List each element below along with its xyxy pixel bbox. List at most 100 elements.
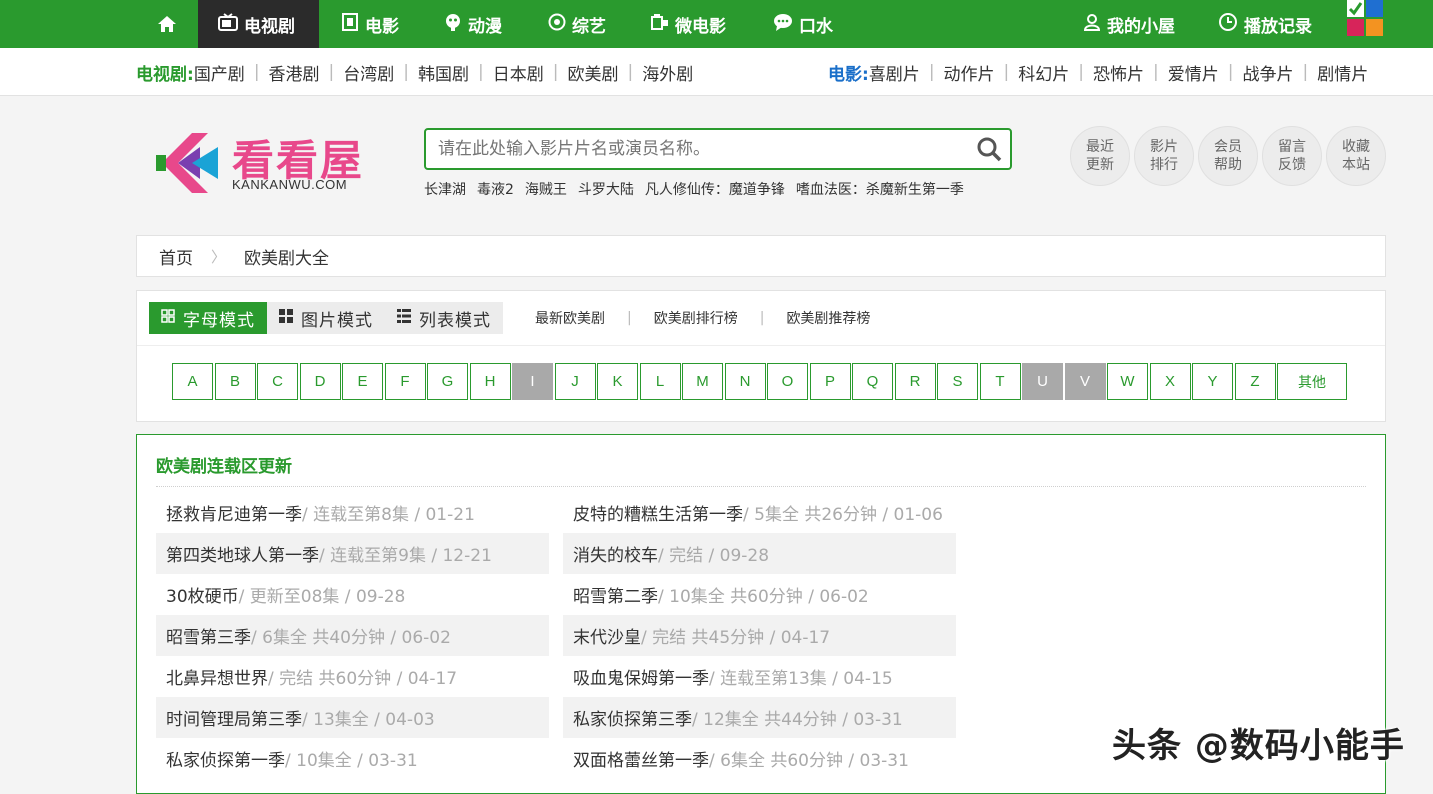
- breadcrumb-home-link[interactable]: 首页: [159, 244, 193, 269]
- list-item[interactable]: 双面格蕾丝第一季 / 6集全 共60分钟 / 03-31: [563, 738, 956, 779]
- letter-button[interactable]: A: [172, 363, 213, 400]
- hot-word-link[interactable]: 长津湖: [424, 179, 466, 199]
- show-title[interactable]: 昭雪第三季: [166, 623, 251, 648]
- show-title[interactable]: 皮特的糟糕生活第一季: [573, 500, 743, 525]
- show-title[interactable]: 30枚硬币: [166, 582, 239, 607]
- movie-link[interactable]: 战争片: [1242, 60, 1293, 85]
- list-item[interactable]: 末代沙皇 / 完结 共45分钟 / 04-17: [563, 615, 956, 656]
- letter-button[interactable]: 其他: [1277, 363, 1347, 400]
- circle-line: 最近: [1086, 139, 1114, 155]
- tv-link[interactable]: 韩国剧: [418, 60, 469, 85]
- show-title[interactable]: 北鼻异想世界: [166, 664, 268, 689]
- hot-word-link[interactable]: 海贼王: [525, 179, 567, 199]
- recent-updates-button[interactable]: 最近 更新: [1070, 126, 1130, 186]
- list-item[interactable]: 皮特的糟糕生活第一季 / 5集全 共26分钟 / 01-06: [563, 492, 956, 533]
- letter-button: I: [512, 363, 553, 400]
- letter-button[interactable]: D: [299, 363, 341, 400]
- movie-category-group: 电影: 喜剧片 | 动作片 | 科幻片 | 恐怖片 | 爱情片 | 战争片 | 剧情片: [828, 48, 1368, 96]
- play-history-button[interactable]: 播放记录: [1218, 0, 1312, 48]
- letter-button[interactable]: L: [639, 363, 681, 400]
- show-title[interactable]: 私家侦探第三季: [573, 705, 692, 730]
- movie-link[interactable]: 恐怖片: [1093, 60, 1144, 85]
- latest-link[interactable]: 最新欧美剧: [535, 308, 605, 328]
- bookmark-site-button[interactable]: 收藏 本站: [1326, 126, 1386, 186]
- list-item[interactable]: 时间管理局第三季 / 13集全 / 04-03: [156, 697, 549, 738]
- tab-image-mode[interactable]: 图片模式: [267, 302, 385, 334]
- nav-item-anime[interactable]: 动漫: [444, 0, 502, 48]
- list-item[interactable]: 私家侦探第一季 / 10集全 / 03-31: [156, 738, 549, 779]
- list-item[interactable]: 昭雪第二季 / 10集全 共60分钟 / 06-02: [563, 574, 956, 615]
- list-item[interactable]: 吸血鬼保姆第一季 / 连载至第13集 / 04-15: [563, 656, 956, 697]
- letter-button[interactable]: Y: [1192, 363, 1233, 400]
- letter-button[interactable]: W: [1107, 363, 1148, 400]
- letter-button[interactable]: R: [894, 363, 936, 400]
- show-title[interactable]: 昭雪第二季: [573, 582, 658, 607]
- search-icon[interactable]: [976, 136, 1002, 162]
- show-title[interactable]: 双面格蕾丝第一季: [573, 746, 709, 771]
- show-title[interactable]: 第四类地球人第一季: [166, 541, 319, 566]
- nav-item-variety[interactable]: 综艺: [548, 0, 606, 48]
- site-logo[interactable]: 看看屋 KANKANWU.COM: [152, 125, 376, 201]
- feedback-button[interactable]: 留言 反馈: [1262, 126, 1322, 186]
- my-house-button[interactable]: 我的小屋: [1083, 0, 1175, 48]
- show-title[interactable]: 时间管理局第三季: [166, 705, 302, 730]
- list-item[interactable]: 30枚硬币 / 更新至08集 / 09-28: [156, 574, 549, 615]
- show-title[interactable]: 拯救肯尼迪第一季: [166, 500, 302, 525]
- movie-link[interactable]: 爱情片: [1168, 60, 1219, 85]
- letter-button[interactable]: E: [342, 363, 383, 400]
- movie-link[interactable]: 科幻片: [1018, 60, 1069, 85]
- hot-word-link[interactable]: 毒液2: [477, 179, 514, 199]
- letter-button[interactable]: N: [724, 363, 766, 400]
- nav-item-chat[interactable]: 口水: [773, 0, 833, 48]
- list-item[interactable]: 私家侦探第三季 / 12集全 共44分钟 / 03-31: [563, 697, 956, 738]
- tv-link[interactable]: 国产剧: [194, 60, 245, 85]
- ranking-link[interactable]: 欧美剧排行榜: [654, 308, 738, 328]
- tv-link[interactable]: 海外剧: [642, 60, 693, 85]
- letter-button[interactable]: J: [554, 363, 596, 400]
- letter-button[interactable]: Q: [852, 363, 893, 400]
- letter-button[interactable]: X: [1149, 363, 1191, 400]
- list-item[interactable]: 消失的校车 / 完结 / 09-28: [563, 533, 956, 574]
- letter-button[interactable]: S: [937, 363, 978, 400]
- letter-button[interactable]: M: [682, 363, 723, 400]
- movie-link[interactable]: 剧情片: [1317, 60, 1368, 85]
- hot-word-link[interactable]: 凡人修仙传：魔道争锋: [645, 179, 785, 199]
- hot-word-link[interactable]: 斗罗大陆: [578, 179, 634, 199]
- app-grid-icon[interactable]: [1347, 0, 1385, 38]
- letter-button[interactable]: P: [809, 363, 851, 400]
- show-title[interactable]: 私家侦探第一季: [166, 746, 285, 771]
- letter-button[interactable]: K: [597, 363, 638, 400]
- show-title[interactable]: 吸血鬼保姆第一季: [573, 664, 709, 689]
- nav-item-movie[interactable]: 电影: [341, 0, 399, 48]
- movie-link[interactable]: 动作片: [944, 60, 995, 85]
- letter-button[interactable]: Z: [1234, 363, 1276, 400]
- home-button[interactable]: [157, 0, 177, 48]
- letter-button[interactable]: C: [257, 363, 298, 400]
- tab-list-mode[interactable]: 列表模式: [385, 302, 503, 334]
- nav-item-micro-film[interactable]: 微电影: [651, 0, 726, 48]
- show-title[interactable]: 末代沙皇: [573, 623, 641, 648]
- letter-button[interactable]: O: [767, 363, 808, 400]
- tv-link[interactable]: 台湾剧: [343, 60, 394, 85]
- recommend-link[interactable]: 欧美剧推荐榜: [786, 308, 870, 328]
- tv-link[interactable]: 日本剧: [493, 60, 544, 85]
- letter-button[interactable]: F: [384, 363, 426, 400]
- list-item[interactable]: 拯救肯尼迪第一季 / 连载至第8集 / 01-21: [156, 492, 549, 533]
- movie-link[interactable]: 喜剧片: [869, 60, 920, 85]
- letter-button[interactable]: B: [214, 363, 256, 400]
- nav-item-tv[interactable]: 电视剧: [198, 0, 319, 48]
- hot-word-link[interactable]: 嗜血法医：杀魔新生第一季: [796, 179, 964, 199]
- list-item[interactable]: 昭雪第三季 / 6集全 共40分钟 / 06-02: [156, 615, 549, 656]
- show-title[interactable]: 消失的校车: [573, 541, 658, 566]
- list-item[interactable]: 第四类地球人第一季 / 连载至第9集 / 12-21: [156, 533, 549, 574]
- tab-letter-mode[interactable]: 字母模式: [149, 302, 267, 334]
- search-input[interactable]: [438, 136, 968, 162]
- letter-button[interactable]: H: [469, 363, 511, 400]
- letter-button[interactable]: T: [979, 363, 1021, 400]
- tv-link[interactable]: 欧美剧: [567, 60, 618, 85]
- tv-link[interactable]: 香港剧: [269, 60, 320, 85]
- list-item[interactable]: 北鼻异想世界 / 完结 共60分钟 / 04-17: [156, 656, 549, 697]
- ranking-button[interactable]: 影片 排行: [1134, 126, 1194, 186]
- member-help-button[interactable]: 会员 帮助: [1198, 126, 1258, 186]
- letter-button[interactable]: G: [427, 363, 468, 400]
